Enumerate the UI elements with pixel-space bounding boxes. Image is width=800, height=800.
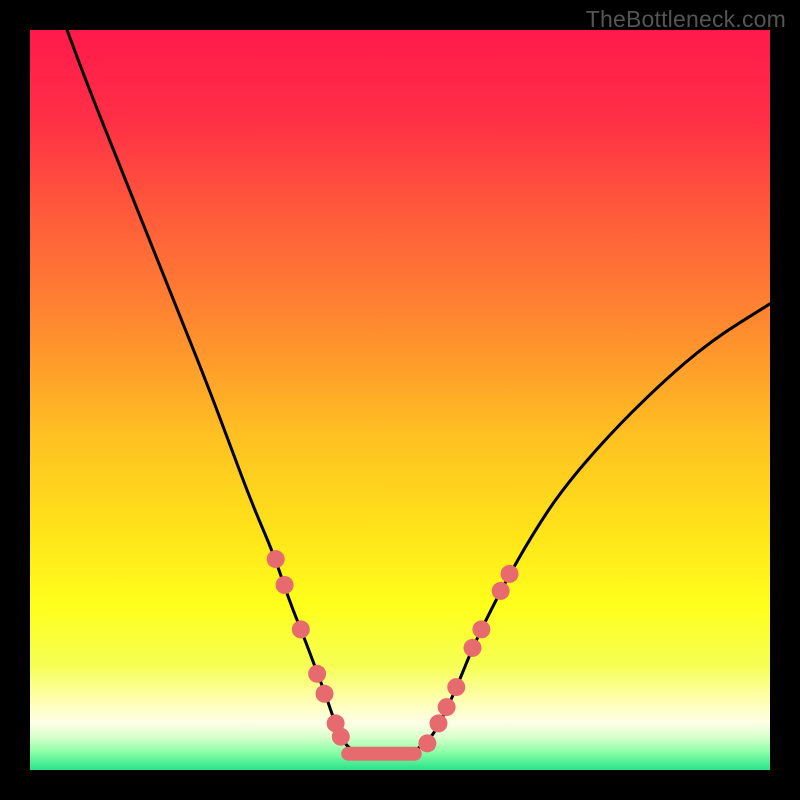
curve-marker (316, 685, 334, 703)
watermark-text: TheBottleneck.com (586, 6, 786, 33)
curve-marker (501, 565, 519, 583)
curve-marker (332, 728, 350, 746)
curve-marker (276, 576, 294, 594)
curve-marker (492, 582, 510, 600)
gradient-background (30, 30, 770, 770)
curve-marker (418, 734, 436, 752)
curve-marker (292, 620, 310, 638)
curve-marker (464, 639, 482, 657)
curve-marker (447, 678, 465, 696)
curve-marker (429, 714, 447, 732)
curve-marker (472, 620, 490, 638)
curve-marker (308, 665, 326, 683)
chart-frame: TheBottleneck.com (0, 0, 800, 800)
curve-marker (267, 550, 285, 568)
curve-marker (438, 698, 456, 716)
bottleneck-chart (30, 30, 770, 770)
plot-area (30, 30, 770, 770)
